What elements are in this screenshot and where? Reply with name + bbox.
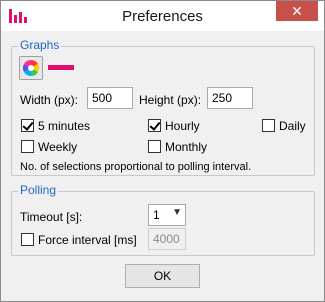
- close-button[interactable]: ✕: [276, 1, 318, 21]
- chevron-down-icon: ▼: [172, 207, 182, 218]
- force-interval-input[interactable]: 4000: [148, 228, 186, 250]
- color-wheel-icon: [22, 59, 40, 77]
- timeout-label: Timeout [s]:: [20, 210, 83, 224]
- color-picker-button[interactable]: [19, 56, 43, 80]
- graphs-group-title: Graphs: [18, 38, 62, 52]
- weekly-label: Weekly: [38, 140, 78, 154]
- hourly-label: Hourly: [165, 119, 200, 133]
- hourly-checkbox[interactable]: [148, 119, 161, 132]
- polling-group-title: Polling: [18, 183, 59, 197]
- force-interval-checkbox[interactable]: [21, 233, 34, 246]
- width-label: Width (px):: [20, 93, 79, 107]
- graphs-group: Graphs Width (px): 500 Height (px): 250 …: [11, 38, 315, 176]
- monthly-checkbox[interactable]: [148, 140, 161, 153]
- five-minutes-label: 5 minutes: [38, 119, 91, 133]
- timeout-value: 1: [153, 208, 160, 222]
- title-bar: Preferences ✕: [1, 1, 324, 31]
- five-minutes-checkbox[interactable]: [21, 119, 34, 132]
- timeout-select[interactable]: 1 ▼: [148, 204, 186, 226]
- height-input[interactable]: 250: [207, 87, 253, 109]
- polling-group: Polling Timeout [s]: 1 ▼ Force interval …: [11, 183, 315, 256]
- daily-label: Daily: [279, 119, 306, 133]
- height-label: Height (px):: [139, 93, 202, 107]
- graphs-note: No. of selections proportional to pollin…: [20, 161, 252, 173]
- width-input[interactable]: 500: [87, 87, 133, 109]
- force-interval-label: Force interval [ms]: [38, 233, 137, 247]
- close-icon: ✕: [291, 3, 303, 19]
- ok-button[interactable]: OK: [125, 264, 200, 288]
- graph-color-swatch: [48, 65, 74, 70]
- daily-checkbox[interactable]: [262, 119, 275, 132]
- weekly-checkbox[interactable]: [21, 140, 34, 153]
- monthly-label: Monthly: [165, 140, 208, 154]
- preferences-window: Preferences ✕ Graphs Width (px): 500 Hei…: [0, 0, 325, 302]
